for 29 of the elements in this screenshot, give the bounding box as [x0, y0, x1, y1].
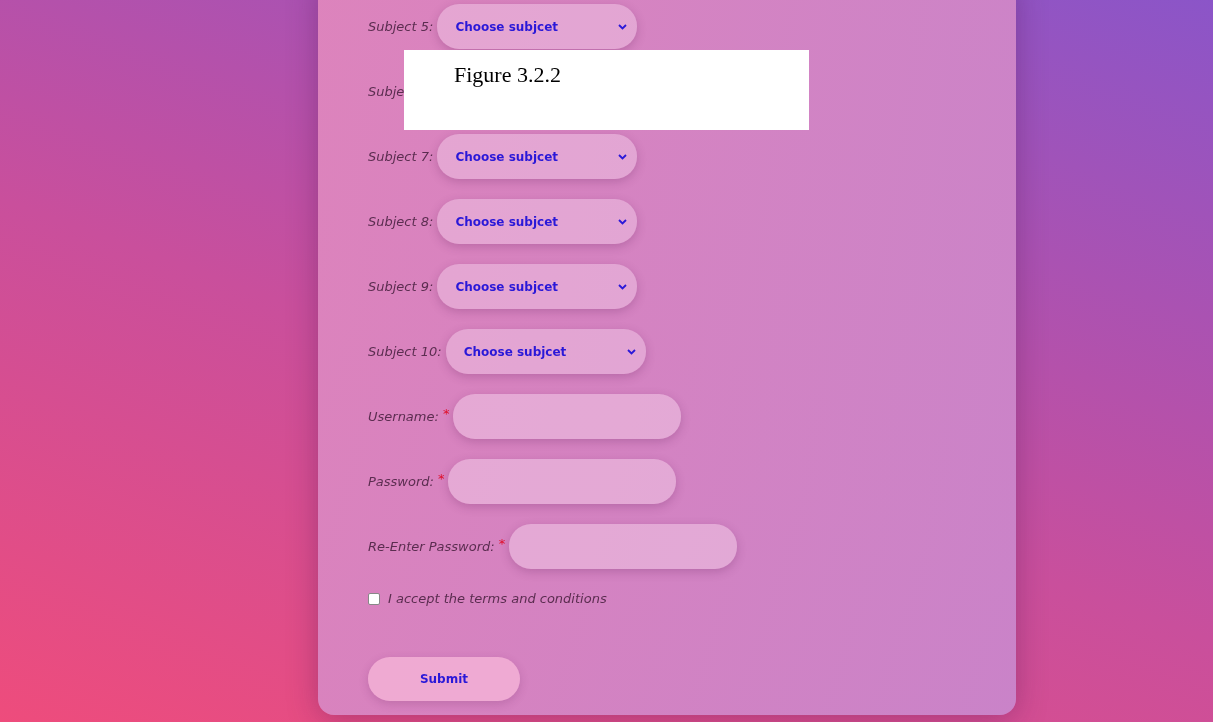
field-label: Subject 5: — [368, 17, 434, 36]
required-mark: * — [498, 535, 506, 553]
subject-select[interactable]: Choose subjcet — [437, 264, 638, 309]
figure-caption: Figure 3.2.2 — [404, 50, 809, 130]
checkbox[interactable] — [368, 592, 380, 605]
chevron-down-icon — [618, 218, 628, 225]
field-label: Subject 7: — [368, 147, 434, 166]
chevron-down-icon — [618, 153, 628, 160]
field-label: Subject 8: — [368, 212, 434, 231]
field-label: Username: — [368, 407, 439, 426]
field-label: Password: — [368, 472, 434, 491]
chevron-down-icon — [618, 283, 628, 290]
text-field[interactable] — [509, 524, 738, 569]
subject-select[interactable]: Choose subjcet — [445, 329, 646, 374]
checkbox-label: I accept the terms and conditions — [388, 590, 607, 608]
chevron-down-icon — [618, 23, 628, 30]
text-field[interactable] — [453, 394, 682, 439]
submit-button[interactable]: Submit — [368, 656, 520, 701]
chevron-down-icon — [626, 348, 636, 355]
field-label: Re-Enter Password: — [368, 537, 495, 556]
subject-select[interactable]: Choose subjcet — [437, 4, 638, 49]
field-label: Subject 10: — [368, 342, 442, 361]
field-label: Subje — [368, 82, 405, 101]
required-mark: * — [442, 405, 450, 423]
field-label: Subject 9: — [368, 277, 434, 296]
text-field[interactable] — [448, 459, 677, 504]
required-mark: * — [437, 470, 445, 488]
subject-select[interactable]: Choose subjcet — [437, 199, 638, 244]
subject-select[interactable]: Choose subjcet — [437, 134, 638, 179]
